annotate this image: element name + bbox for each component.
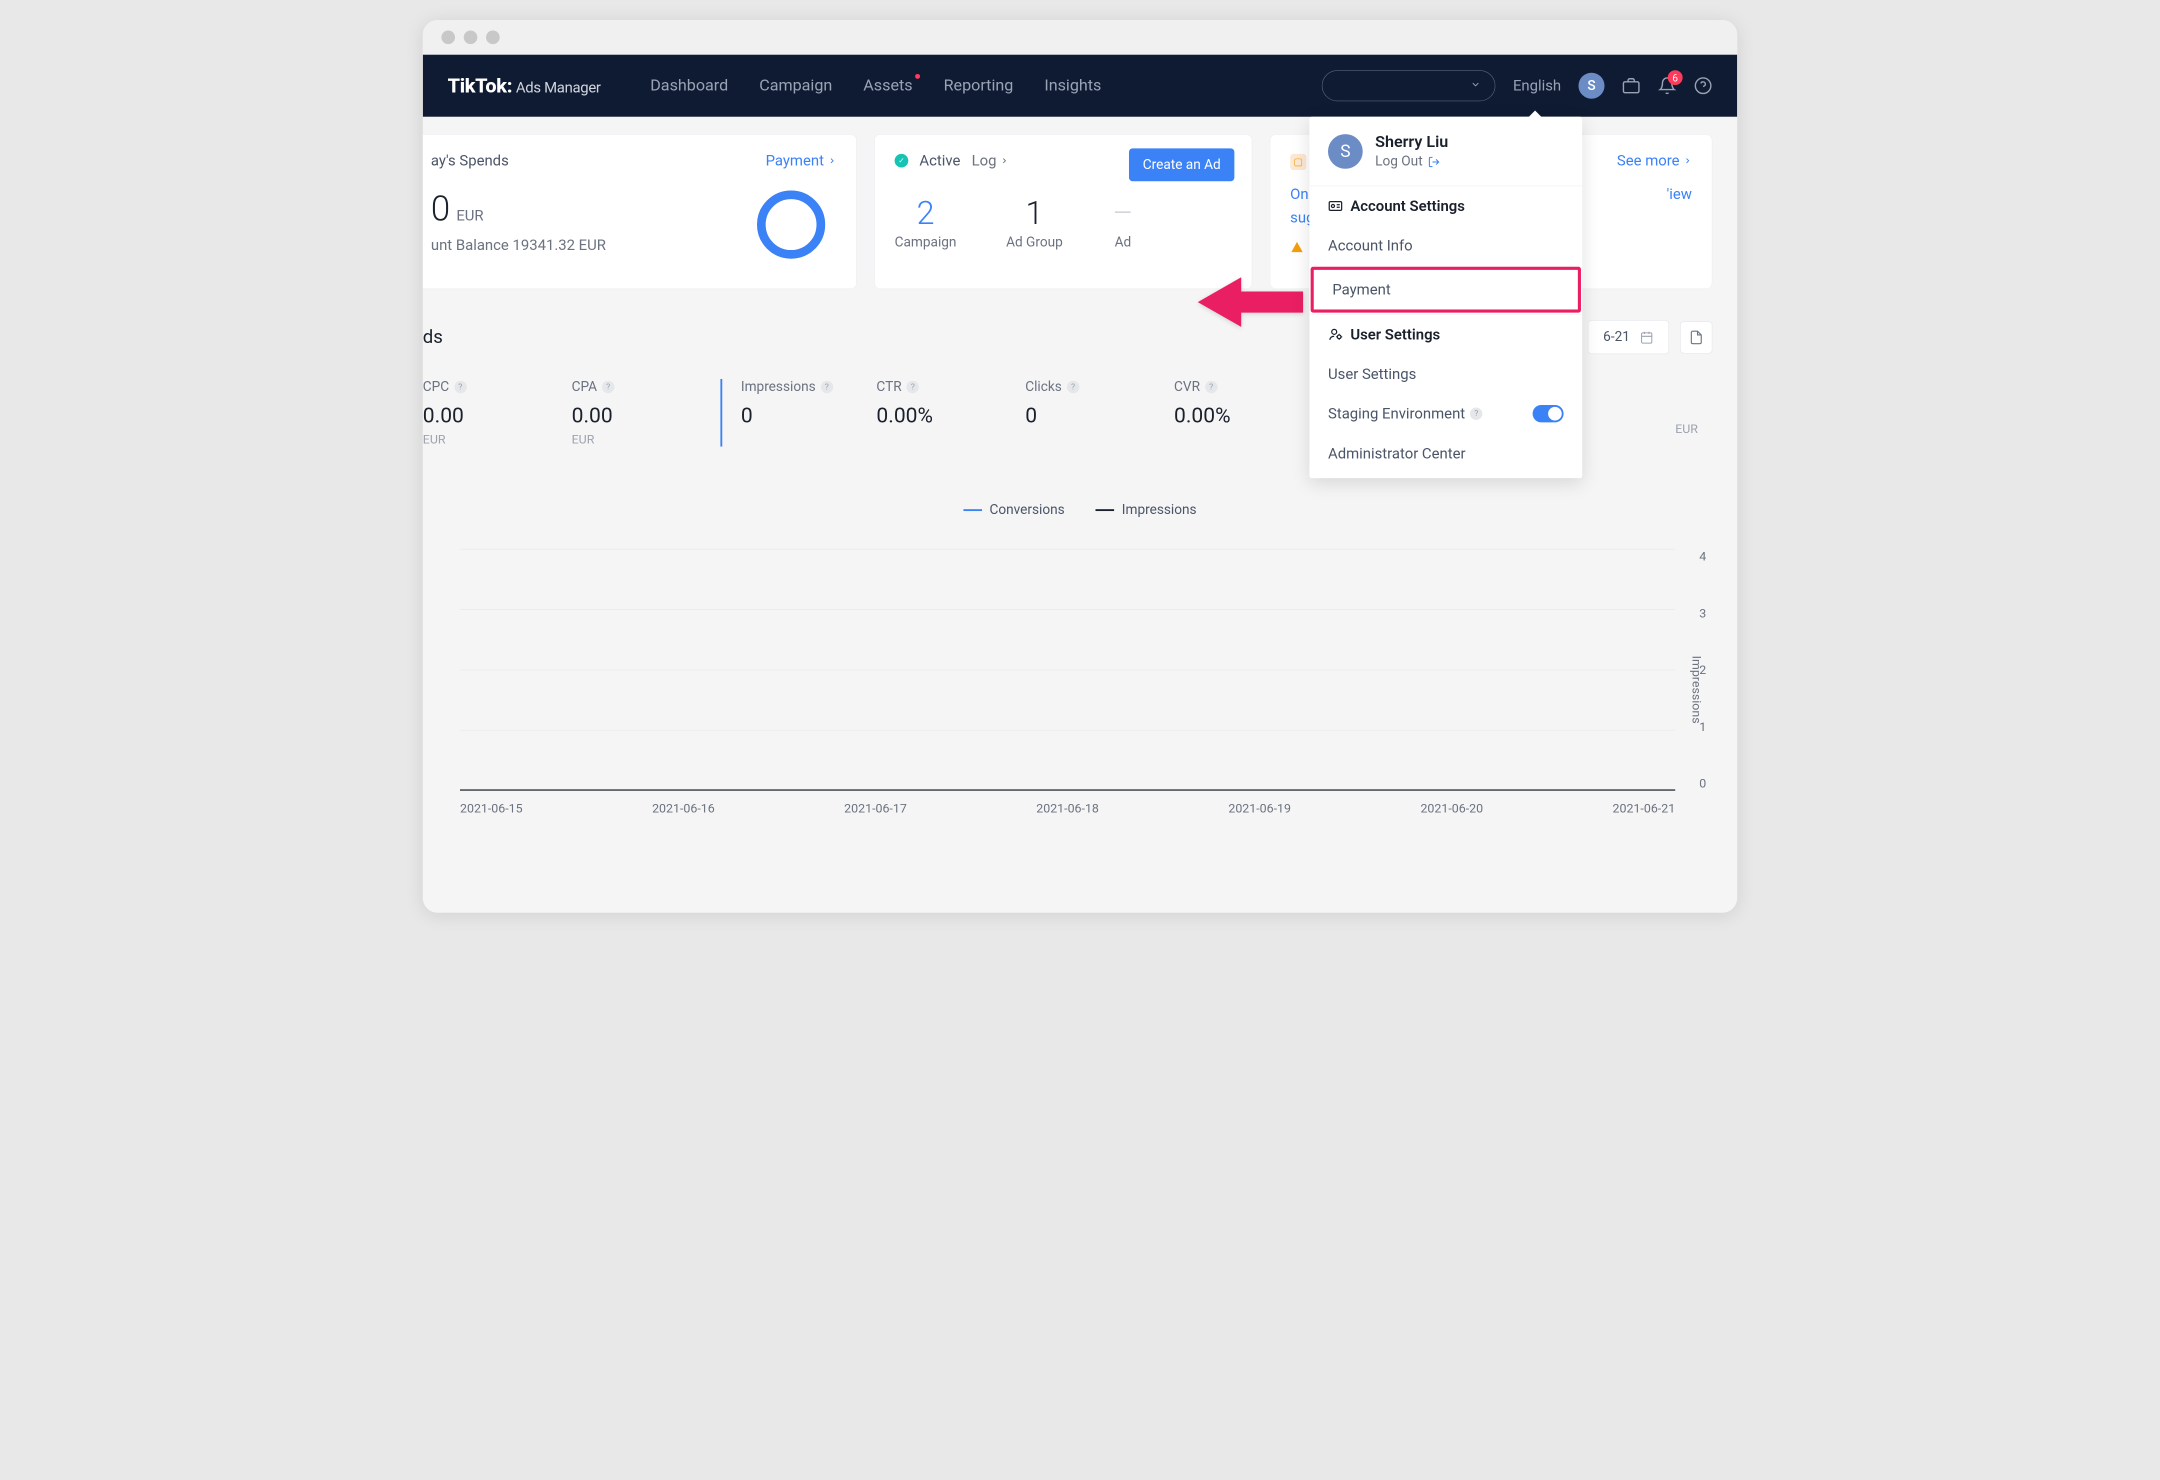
warning-triangle-icon [1290, 241, 1304, 258]
nav-assets-label: Assets [863, 76, 912, 95]
language-selector[interactable]: English [1513, 77, 1561, 94]
date-range-text: 6-21 [1603, 329, 1630, 345]
nav-reporting[interactable]: Reporting [944, 76, 1014, 95]
chart-baseline [460, 789, 1675, 790]
dropdown-payment[interactable]: Payment [1311, 267, 1581, 313]
logout-label: Log Out [1375, 154, 1423, 170]
chart-legend: Conversions Impressions [448, 502, 1713, 517]
metric-cpc[interactable]: CPC?0.00EUR [423, 379, 528, 447]
metric-clicks[interactable]: Clicks?0 [1025, 379, 1130, 447]
chart-x-axis: 2021-06-152021-06-162021-06-172021-06-18… [460, 801, 1675, 816]
dropdown-account-info[interactable]: Account Info [1309, 226, 1582, 266]
brand-logo: TikTok:Ads Manager [448, 74, 601, 98]
info-icon: ? [454, 381, 466, 393]
metric-ctr[interactable]: CTR?0.00% [876, 379, 981, 447]
logo-subtitle: Ads Manager [516, 79, 601, 96]
notification-badge: 6 [1668, 70, 1683, 85]
metric-cpa[interactable]: CPA?0.00EUR [572, 379, 677, 447]
user-avatar[interactable]: S [1578, 73, 1604, 99]
stat-campaign[interactable]: 2Campaign [895, 194, 957, 250]
staging-label: Staging Environment [1328, 405, 1465, 422]
metric-cvr[interactable]: CVR?0.00% [1174, 379, 1279, 447]
traffic-light-dot [486, 31, 500, 45]
dropdown-staging-env[interactable]: Staging Environment? [1309, 394, 1582, 434]
calendar-icon [1640, 330, 1654, 344]
notifications-icon[interactable]: 6 [1658, 76, 1677, 95]
info-icon: ? [1067, 381, 1079, 393]
info-icon: ? [1205, 381, 1217, 393]
info-icon: ? [602, 381, 614, 393]
trends-title: ds [423, 326, 443, 348]
help-icon[interactable] [1694, 76, 1713, 95]
dropdown-user-section: S Sherry Liu Log Out [1309, 117, 1582, 186]
stat-adgroup[interactable]: 1Ad Group [1006, 194, 1063, 250]
dropdown-section-user: User Settings [1309, 314, 1582, 354]
legend-line-icon [963, 509, 982, 511]
dropdown-user-settings[interactable]: User Settings [1309, 354, 1582, 394]
payment-link[interactable]: Payment [766, 152, 837, 169]
status-card: ✓ Active Log Create an Ad 2Campaign 1Ad … [874, 134, 1252, 289]
export-button[interactable] [1680, 321, 1712, 353]
id-card-icon [1328, 199, 1343, 214]
trends-chart: 43210 Impressions 2021-06-152021-06-1620… [460, 549, 1688, 816]
staging-toggle[interactable] [1533, 405, 1564, 422]
chevron-down-icon [1470, 79, 1481, 93]
window-chrome [423, 20, 1737, 55]
date-range-picker[interactable]: 6-21 [1588, 320, 1669, 354]
info-icon: ? [1470, 408, 1482, 420]
legend-impressions[interactable]: Impressions [1096, 502, 1197, 517]
see-more-label: See more [1617, 152, 1680, 169]
main-nav: Dashboard Campaign Assets Reporting Insi… [650, 76, 1101, 95]
nav-dashboard[interactable]: Dashboard [650, 76, 728, 95]
spend-ring-chart [757, 191, 825, 259]
metric-impressions[interactable]: Impressions?0 [720, 379, 833, 447]
traffic-light-dot [464, 31, 478, 45]
logout-button[interactable]: Log Out [1375, 154, 1448, 170]
user-dropdown: S Sherry Liu Log Out Account Settings Ac… [1309, 117, 1582, 478]
log-link[interactable]: Log [972, 152, 1009, 169]
create-ad-button[interactable]: Create an Ad [1129, 148, 1234, 181]
chart-gridlines [460, 549, 1675, 791]
nav-assets[interactable]: Assets [863, 76, 912, 95]
logout-icon [1428, 155, 1440, 167]
user-settings-icon [1328, 327, 1343, 342]
chevron-right-icon [1683, 156, 1692, 165]
legend-line-icon [1096, 509, 1115, 511]
traffic-light-dot [441, 31, 455, 45]
user-avatar-large: S [1328, 134, 1363, 169]
stat-ad[interactable]: –Ad [1112, 194, 1133, 250]
active-status-icon: ✓ [895, 154, 909, 168]
active-label: Active [919, 152, 960, 169]
logo-text: TikTok: [448, 74, 513, 98]
briefcase-icon[interactable] [1622, 76, 1641, 95]
dropdown-admin-center[interactable]: Administrator Center [1309, 434, 1582, 479]
nav-campaign[interactable]: Campaign [759, 76, 832, 95]
chevron-right-icon [828, 156, 837, 165]
legend-conversions[interactable]: Conversions [963, 502, 1064, 517]
notification-dot-icon [915, 74, 920, 79]
account-selector[interactable] [1322, 70, 1496, 101]
see-more-link[interactable]: See more [1617, 152, 1692, 169]
dropdown-section-account: Account Settings [1309, 186, 1582, 226]
info-icon: ? [821, 381, 833, 393]
top-header: TikTok:Ads Manager Dashboard Campaign As… [423, 55, 1737, 117]
user-name: Sherry Liu [1375, 133, 1448, 152]
callout-arrow-icon [1198, 268, 1303, 339]
nav-insights[interactable]: Insights [1044, 76, 1101, 95]
spends-card: ay's Spends Payment 0EUR unt Balance 193… [423, 134, 857, 289]
chart-y-title: Impressions [1690, 656, 1705, 724]
lightbulb-icon: ▢ [1290, 154, 1306, 170]
log-link-label: Log [972, 152, 997, 169]
info-icon: ? [907, 381, 919, 393]
chevron-right-icon [1000, 156, 1009, 165]
payment-link-label: Payment [766, 152, 824, 169]
document-icon [1689, 330, 1704, 345]
metric-tail: EUR [1675, 379, 1712, 447]
